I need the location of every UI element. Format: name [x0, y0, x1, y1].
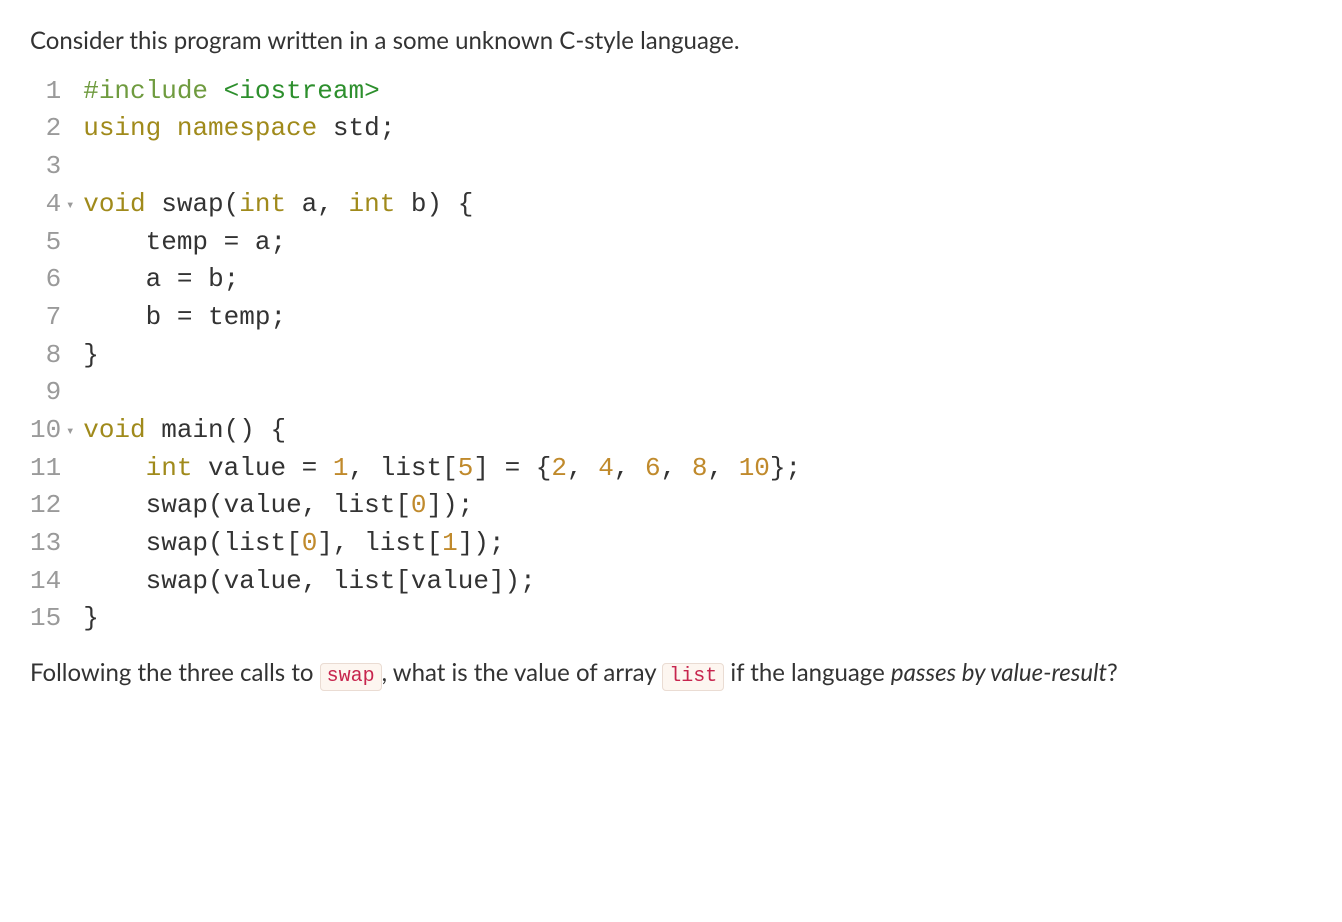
- line-number: 13: [30, 525, 61, 563]
- code-line: b = temp;: [83, 299, 801, 337]
- line-number: 14: [30, 563, 61, 601]
- fold-toggle-icon[interactable]: ▾: [63, 196, 77, 216]
- q-part2: , what is the value of array: [382, 658, 663, 687]
- intro-text: Consider this program written in a some …: [30, 24, 1312, 59]
- code-line: int value = 1, list[5] = {2, 4, 6, 8, 10…: [83, 450, 801, 488]
- question-text: Following the three calls to swap, what …: [30, 656, 1312, 691]
- code-block: 1 2 3 4▾5 6 7 8 9 10▾11 12 13 14 15 #inc…: [30, 73, 1312, 638]
- line-number: 7: [30, 299, 61, 337]
- code-line: temp = a;: [83, 224, 801, 262]
- fold-spacer: [63, 271, 77, 291]
- line-number: 10: [30, 412, 61, 450]
- fold-toggle-icon[interactable]: ▾: [63, 422, 77, 442]
- code-line: swap(value, list[value]);: [83, 563, 801, 601]
- code-line: swap(list[0], list[1]);: [83, 525, 801, 563]
- line-number: 2: [30, 110, 61, 148]
- code-line: [83, 148, 801, 186]
- line-number: 9: [30, 374, 61, 412]
- fold-spacer: [63, 234, 77, 254]
- code-line: a = b;: [83, 261, 801, 299]
- code-line: using namespace std;: [83, 110, 801, 148]
- fold-spacer: [63, 384, 77, 404]
- line-number: 3: [30, 148, 61, 186]
- line-number: 5: [30, 224, 61, 262]
- line-number: 6: [30, 261, 61, 299]
- fold-spacer: [63, 309, 77, 329]
- line-number: 11: [30, 450, 61, 488]
- code-line: }: [83, 337, 801, 375]
- code-line: swap(value, list[0]);: [83, 487, 801, 525]
- line-number: 12: [30, 487, 61, 525]
- line-number: 4: [30, 186, 61, 224]
- code-inline-swap: swap: [320, 663, 382, 691]
- fold-spacer: [63, 83, 77, 103]
- fold-spacer: [63, 497, 77, 517]
- code-line: void main() {: [83, 412, 801, 450]
- q-italic: passes by value-result: [891, 658, 1107, 687]
- code-inline-list: list: [662, 663, 724, 691]
- fold-spacer: [63, 120, 77, 140]
- q-part1: Following the three calls to: [30, 658, 320, 687]
- line-number: 15: [30, 600, 61, 638]
- code-line: #include <iostream>: [83, 73, 801, 111]
- code-source: #include <iostream>using namespace std; …: [83, 73, 801, 638]
- line-number-gutter: 1 2 3 4▾5 6 7 8 9 10▾11 12 13 14 15: [30, 73, 83, 638]
- code-line: [83, 374, 801, 412]
- line-number: 1: [30, 73, 61, 111]
- fold-spacer: [63, 573, 77, 593]
- q-part3: if the language: [724, 658, 891, 687]
- fold-spacer: [63, 158, 77, 178]
- fold-spacer: [63, 535, 77, 555]
- fold-spacer: [63, 610, 77, 630]
- code-line: void swap(int a, int b) {: [83, 186, 801, 224]
- q-part4: ?: [1107, 658, 1118, 687]
- fold-spacer: [63, 460, 77, 480]
- fold-spacer: [63, 347, 77, 367]
- code-line: }: [83, 600, 801, 638]
- line-number: 8: [30, 337, 61, 375]
